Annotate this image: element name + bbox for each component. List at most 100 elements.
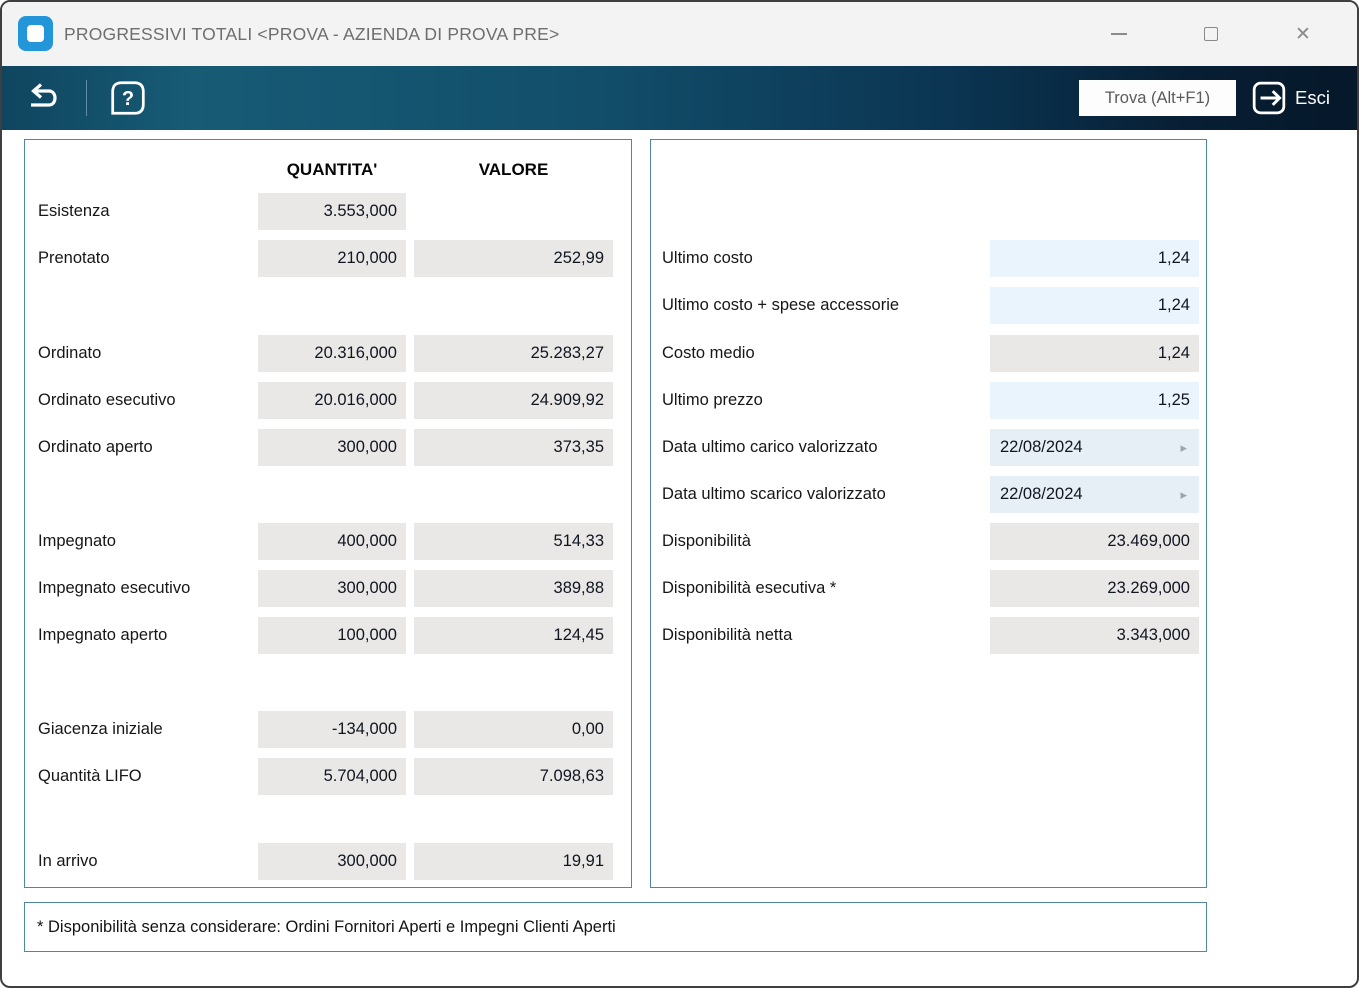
date-picker-icon[interactable]: ▸ xyxy=(1180,476,1187,513)
row-label: Ordinato esecutivo xyxy=(38,382,176,419)
row-label: Ordinato aperto xyxy=(38,429,153,466)
row-label: Impegnato esecutivo xyxy=(38,570,190,607)
footnote-text: * Disponibilità senza considerare: Ordin… xyxy=(25,918,616,937)
row-impegnato: Impegnato 400,000 514,33 xyxy=(25,523,631,560)
row-data-ultimo-carico: Data ultimo carico valorizzato 22/08/202… xyxy=(651,429,1206,466)
field-impegnato-aperto-quantita: 100,000 xyxy=(258,617,406,654)
minimize-icon xyxy=(1111,33,1127,35)
field-ultimo-costo-spese-accessorie[interactable]: 1,24 xyxy=(990,287,1199,324)
row-ultimo-costo: Ultimo costo 1,24 xyxy=(651,240,1206,277)
footnote-box: * Disponibilità senza considerare: Ordin… xyxy=(24,902,1207,952)
field-esistenza-quantita: 3.553,000 xyxy=(258,193,406,230)
field-prenotato-valore: 252,99 xyxy=(414,240,613,277)
row-label: Ultimo costo + spese accessorie xyxy=(662,287,899,324)
row-label: Costo medio xyxy=(662,335,755,372)
row-label: Prenotato xyxy=(38,240,110,277)
row-impegnato-esecutivo: Impegnato esecutivo 300,000 389,88 xyxy=(25,570,631,607)
row-label: Quantità LIFO xyxy=(38,758,142,795)
row-prenotato: Prenotato 210,000 252,99 xyxy=(25,240,631,277)
back-undo-icon xyxy=(20,82,64,114)
app-logo-icon xyxy=(18,16,53,51)
field-impegnato-aperto-valore: 124,45 xyxy=(414,617,613,654)
row-label: Giacenza iniziale xyxy=(38,711,163,748)
close-button[interactable]: ✕ xyxy=(1257,2,1349,66)
row-label: Disponibilità netta xyxy=(662,617,792,654)
row-esistenza: Esistenza 3.553,000 xyxy=(25,193,631,230)
row-label: Disponibilità esecutiva * xyxy=(662,570,836,607)
exit-button[interactable]: Esci xyxy=(1251,78,1330,118)
field-ordinato-quantita: 20.316,000 xyxy=(258,335,406,372)
field-impegnato-esecutivo-valore: 389,88 xyxy=(414,570,613,607)
field-quantita-lifo-quantita: 5.704,000 xyxy=(258,758,406,795)
maximize-button[interactable] xyxy=(1165,2,1257,66)
window-title: PROGRESSIVI TOTALI <PROVA - AZIENDA DI P… xyxy=(64,2,559,66)
page: PROGRESSIVI TOTALI <PROVA - AZIENDA DI P… xyxy=(0,0,1359,988)
row-impegnato-aperto: Impegnato aperto 100,000 124,45 xyxy=(25,617,631,654)
minimize-button[interactable] xyxy=(1073,2,1165,66)
date-value: 22/08/2024 xyxy=(1000,438,1083,456)
field-ordinato-aperto-quantita: 300,000 xyxy=(258,429,406,466)
column-header-valore: VALORE xyxy=(414,156,613,184)
row-label: Disponibilità xyxy=(662,523,751,560)
help-icon: ? xyxy=(109,79,147,117)
row-label: Data ultimo scarico valorizzato xyxy=(662,476,886,513)
row-ordinato-esecutivo: Ordinato esecutivo 20.016,000 24.909,92 xyxy=(25,382,631,419)
row-ordinato: Ordinato 20.316,000 25.283,27 xyxy=(25,335,631,372)
help-button[interactable]: ? xyxy=(98,66,158,130)
row-data-ultimo-scarico: Data ultimo scarico valorizzato 22/08/20… xyxy=(651,476,1206,513)
field-quantita-lifo-valore: 7.098,63 xyxy=(414,758,613,795)
row-quantita-lifo: Quantità LIFO 5.704,000 7.098,63 xyxy=(25,758,631,795)
toolbar-separator xyxy=(86,80,87,116)
costs-panel: Ultimo costo 1,24 Ultimo costo + spese a… xyxy=(650,139,1207,888)
row-label: Data ultimo carico valorizzato xyxy=(662,429,878,466)
field-disponibilita: 23.469,000 xyxy=(990,523,1199,560)
row-ultimo-costo-spese: Ultimo costo + spese accessorie 1,24 xyxy=(651,287,1206,324)
date-picker-icon[interactable]: ▸ xyxy=(1180,429,1187,466)
exit-label: Esci xyxy=(1295,87,1330,109)
field-impegnato-valore: 514,33 xyxy=(414,523,613,560)
field-giacenza-iniziale-quantita: -134,000 xyxy=(258,711,406,748)
field-ultimo-prezzo[interactable]: 1,25 xyxy=(990,382,1199,419)
field-impegnato-esecutivo-quantita: 300,000 xyxy=(258,570,406,607)
row-costo-medio: Costo medio 1,24 xyxy=(651,335,1206,372)
close-icon: ✕ xyxy=(1295,25,1311,44)
exit-icon xyxy=(1251,80,1287,116)
date-value: 22/08/2024 xyxy=(1000,485,1083,503)
row-label: Impegnato xyxy=(38,523,116,560)
field-costo-medio: 1,24 xyxy=(990,335,1199,372)
app-window: PROGRESSIVI TOTALI <PROVA - AZIENDA DI P… xyxy=(0,0,1359,988)
row-disponibilita: Disponibilità 23.469,000 xyxy=(651,523,1206,560)
row-ultimo-prezzo: Ultimo prezzo 1,25 xyxy=(651,382,1206,419)
find-button[interactable]: Trova (Alt+F1) xyxy=(1079,80,1236,116)
field-ordinato-esecutivo-quantita: 20.016,000 xyxy=(258,382,406,419)
field-impegnato-quantita: 400,000 xyxy=(258,523,406,560)
toolbar: ? Trova (Alt+F1) Esci xyxy=(2,66,1357,130)
row-disponibilita-esecutiva: Disponibilità esecutiva * 23.269,000 xyxy=(651,570,1206,607)
row-label: Impegnato aperto xyxy=(38,617,167,654)
field-giacenza-iniziale-valore: 0,00 xyxy=(414,711,613,748)
field-ordinato-aperto-valore: 373,35 xyxy=(414,429,613,466)
row-giacenza-iniziale: Giacenza iniziale -134,000 0,00 xyxy=(25,711,631,748)
column-header-quantita: QUANTITA' xyxy=(258,156,406,184)
row-label: In arrivo xyxy=(38,843,98,880)
totals-panel: QUANTITA' VALORE Esistenza 3.553,000 Pre… xyxy=(24,139,632,888)
field-ultimo-costo[interactable]: 1,24 xyxy=(990,240,1199,277)
svg-text:?: ? xyxy=(122,88,134,110)
app-logo-inner-square xyxy=(27,25,44,42)
field-data-ultimo-carico-valorizzato[interactable]: 22/08/2024 ▸ xyxy=(990,429,1199,466)
field-ordinato-valore: 25.283,27 xyxy=(414,335,613,372)
row-label: Ultimo costo xyxy=(662,240,753,277)
row-label: Esistenza xyxy=(38,193,110,230)
field-in-arrivo-valore: 19,91 xyxy=(414,843,613,880)
field-disponibilita-esecutiva: 23.269,000 xyxy=(990,570,1199,607)
window-controls: ✕ xyxy=(1073,2,1349,66)
field-ordinato-esecutivo-valore: 24.909,92 xyxy=(414,382,613,419)
back-button[interactable] xyxy=(12,66,72,130)
row-ordinato-aperto: Ordinato aperto 300,000 373,35 xyxy=(25,429,631,466)
field-disponibilita-netta: 3.343,000 xyxy=(990,617,1199,654)
row-label: Ultimo prezzo xyxy=(662,382,763,419)
title-bar: PROGRESSIVI TOTALI <PROVA - AZIENDA DI P… xyxy=(2,2,1357,66)
field-in-arrivo-quantita: 300,000 xyxy=(258,843,406,880)
field-data-ultimo-scarico-valorizzato[interactable]: 22/08/2024 ▸ xyxy=(990,476,1199,513)
maximize-icon xyxy=(1204,27,1218,41)
